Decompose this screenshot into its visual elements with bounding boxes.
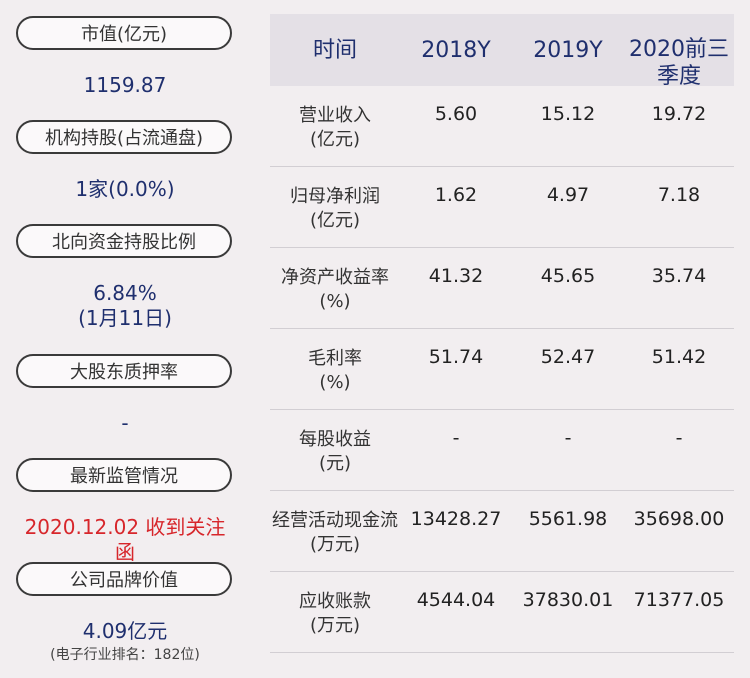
table-row: 每股收益 (元) - - - — [270, 410, 734, 491]
brand-rank-note: (电子行业排名：182位) — [50, 647, 200, 663]
row-label: 每股收益 (元) — [299, 429, 371, 474]
cell-2019: 45.65 — [540, 265, 596, 287]
header-2019: 2019Y — [533, 37, 603, 63]
header-2020q3: 2020前三季度 — [629, 37, 729, 89]
value-market-cap: 1159.87 — [83, 73, 167, 97]
cell-2020: 35.74 — [651, 265, 707, 287]
cell-2019: 37830.01 — [522, 589, 614, 611]
table-header: 时间 2018Y 2019Y 2020前三季度 — [270, 14, 734, 89]
value-northbound-date: (1月11日) — [78, 306, 172, 330]
cell-2020: 7.18 — [657, 184, 701, 206]
value-pledge-rate: - — [121, 411, 129, 435]
cell-2019: 52.47 — [540, 346, 596, 368]
label-regulatory-status: 最新监管情况 — [16, 458, 232, 492]
cell-2018: 4544.04 — [416, 589, 496, 611]
cell-2020: - — [675, 427, 683, 449]
table-row: 营业收入 (亿元) 5.60 15.12 19.72 — [270, 86, 734, 167]
label-text: 最新监管情况 — [70, 466, 178, 487]
cell-2018: 1.62 — [434, 184, 478, 206]
table-row: 经营活动现金流 (万元) 13428.27 5561.98 35698.00 — [270, 491, 734, 572]
table-row: 归母净利润 (亿元) 1.62 4.97 7.18 — [270, 167, 734, 248]
row-label: 归母净利润 (亿元) — [290, 186, 380, 231]
value-regulatory-status: 2020.12.02 收到关注函 — [24, 515, 226, 564]
row-label: 毛利率 (%) — [308, 348, 362, 393]
value-brand-value: 4.09亿元 — [82, 619, 168, 643]
cell-2019: 4.97 — [546, 184, 590, 206]
cell-2018: - — [452, 427, 460, 449]
label-text: 公司品牌价值 — [70, 570, 178, 591]
label-northbound-ratio: 北向资金持股比例 — [16, 224, 232, 258]
label-brand-value: 公司品牌价值 — [16, 562, 232, 596]
cell-2018: 41.32 — [428, 265, 484, 287]
cell-2018: 5.60 — [434, 103, 478, 125]
label-pledge-rate: 大股东质押率 — [16, 354, 232, 388]
cell-2020: 51.42 — [651, 346, 707, 368]
row-label: 净资产收益率 (%) — [281, 267, 389, 312]
cell-2018: 13428.27 — [410, 508, 502, 530]
label-text: 机构持股(占流通盘) — [44, 128, 204, 149]
cell-2020: 71377.05 — [633, 589, 725, 611]
header-time: 时间 — [312, 37, 357, 63]
cell-2020: 19.72 — [651, 103, 707, 125]
header-2018: 2018Y — [421, 37, 491, 63]
table-row: 应收账款 (万元) 4544.04 37830.01 71377.05 — [270, 572, 734, 653]
label-text: 市值(亿元) — [80, 24, 168, 45]
cell-2019: 5561.98 — [528, 508, 608, 530]
table-row: 净资产收益率 (%) 41.32 45.65 35.74 — [270, 248, 734, 329]
row-label: 应收账款 (万元) — [299, 591, 371, 636]
label-market-cap: 市值(亿元) — [16, 16, 232, 50]
cell-2019: 15.12 — [540, 103, 596, 125]
label-institutional-holdings: 机构持股(占流通盘) — [16, 120, 232, 154]
value-northbound-ratio: 6.84% — [93, 281, 157, 305]
cell-2019: - — [564, 427, 572, 449]
cell-2018: 51.74 — [428, 346, 484, 368]
cell-2020: 35698.00 — [633, 508, 725, 530]
row-label: 经营活动现金流 (万元) — [272, 510, 398, 555]
row-label: 营业收入 (亿元) — [299, 105, 371, 150]
value-institutional-holdings: 1家(0.0%) — [75, 177, 175, 201]
label-text: 大股东质押率 — [70, 362, 178, 383]
label-text: 北向资金持股比例 — [52, 232, 196, 253]
table-row: 毛利率 (%) 51.74 52.47 51.42 — [270, 329, 734, 410]
